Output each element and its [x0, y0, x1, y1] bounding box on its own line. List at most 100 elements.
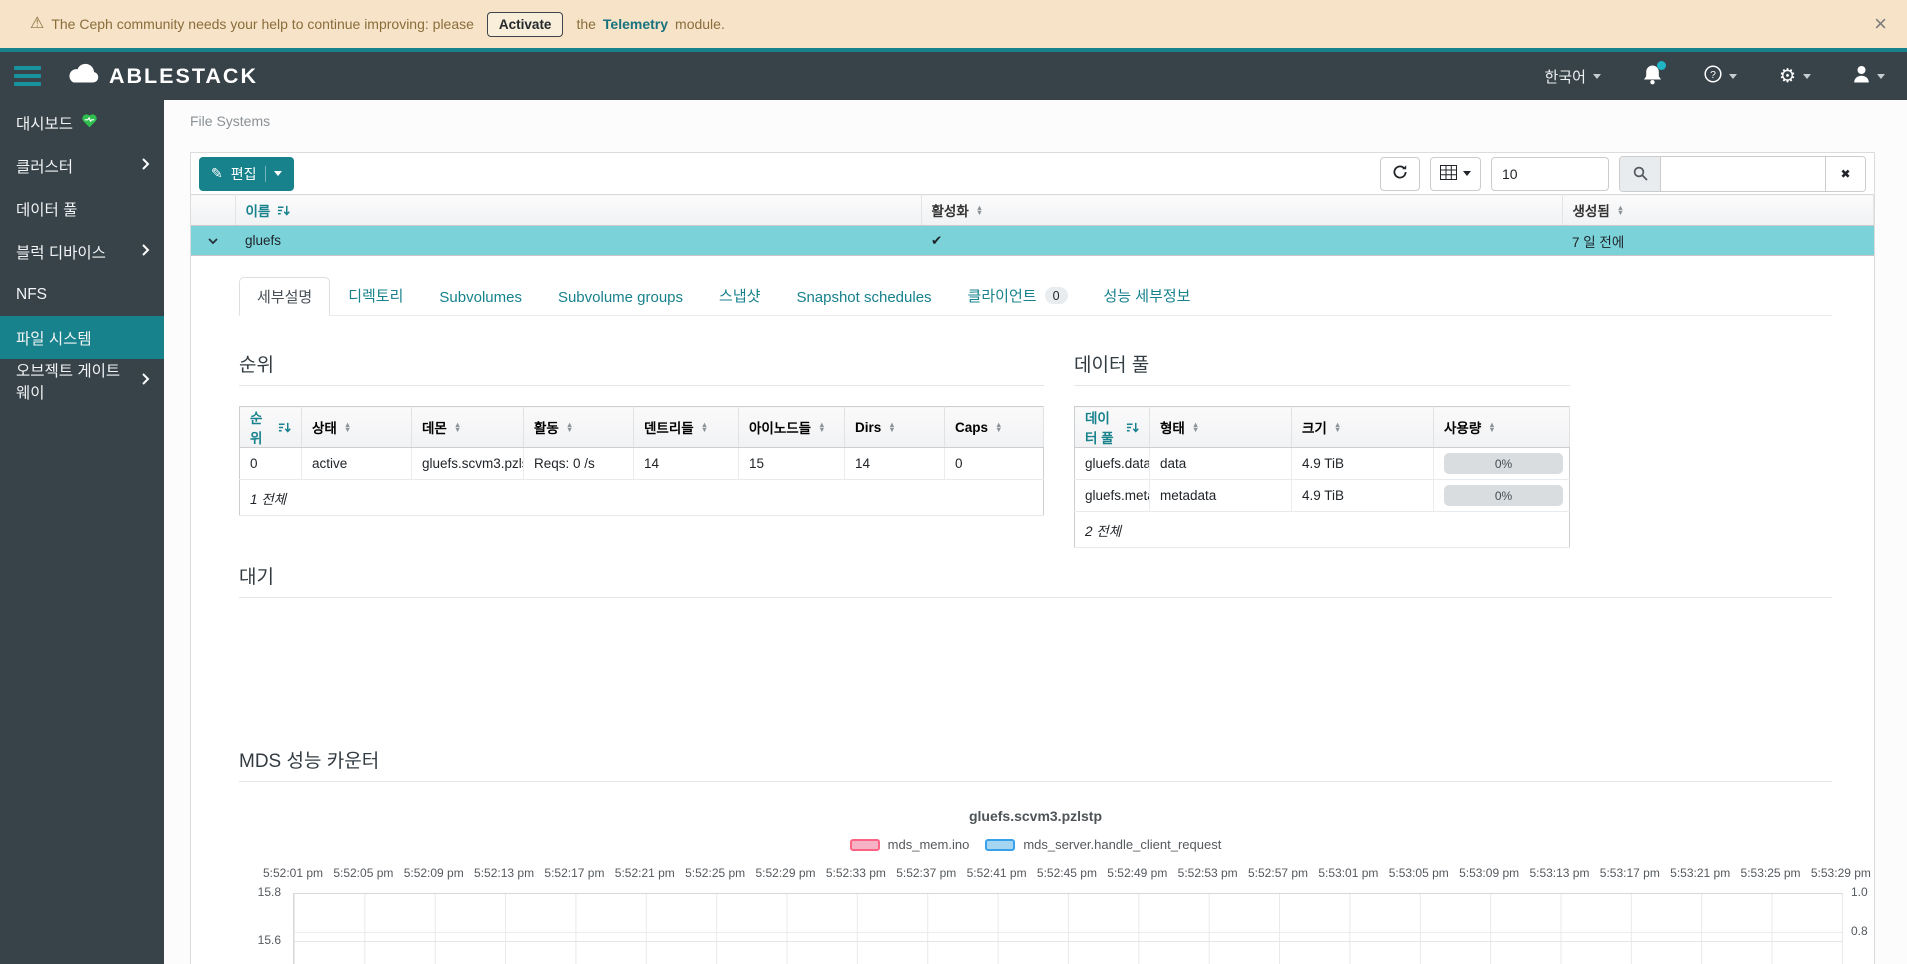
- x-axis-tick: 5:53:05 pm: [1388, 866, 1449, 880]
- banner-text-middle: the: [576, 16, 596, 32]
- column-header[interactable]: 데이터 풀 ▲▼: [1074, 406, 1150, 448]
- top-navbar: ABLESTACK 한국어 ? ⚙: [0, 48, 1907, 100]
- sort-both-icon: ▲ ▼: [995, 419, 1003, 434]
- legend-item-client-request[interactable]: mds_server.handle_client_request: [985, 837, 1221, 852]
- refresh-icon: [1392, 164, 1408, 183]
- column-header[interactable]: 사용량 ▲ ▼: [1433, 406, 1570, 448]
- sort-both-icon: ▲ ▼: [565, 419, 574, 434]
- telemetry-link[interactable]: Telemetry: [603, 16, 668, 32]
- column-header-label: 사용량: [1444, 421, 1482, 436]
- gridline: [294, 893, 1842, 894]
- menu-icon[interactable]: [14, 66, 41, 86]
- x-axis-tick: 5:52:17 pm: [544, 866, 605, 880]
- legend-item-mem-ino[interactable]: mds_mem.ino: [849, 837, 969, 852]
- cell-enabled: ✔: [921, 225, 1562, 256]
- column-header[interactable]: 순위 ▲▼: [239, 406, 302, 448]
- column-toggle-button[interactable]: [1430, 156, 1481, 191]
- details-tab[interactable]: Snapshot schedules: [778, 280, 949, 315]
- usage-label: 0%: [1494, 456, 1513, 471]
- activate-button[interactable]: Activate: [486, 11, 564, 37]
- sidebar-item-label: 오브젝트 게이트웨이: [16, 362, 121, 402]
- notification-dot: [1656, 60, 1666, 70]
- sort-desc-icon: [277, 204, 291, 217]
- column-header[interactable]: 생성됨 ▲ ▼: [1562, 194, 1874, 226]
- check-icon: ✔: [931, 232, 943, 248]
- chevron-right-icon: [141, 372, 150, 390]
- banner-close-icon[interactable]: ×: [1868, 13, 1893, 35]
- column-header-label: 크기: [1302, 421, 1327, 436]
- chart-title: gluefs.scvm3.pzlstp: [968, 808, 1103, 824]
- brand-logo[interactable]: ABLESTACK: [65, 61, 258, 91]
- column-header[interactable]: 형태 ▲ ▼: [1149, 406, 1292, 448]
- column-header[interactable]: Dirs ▲ ▼: [844, 406, 945, 448]
- table-row[interactable]: 0 active gluefs.scvm3.pzlst Reqs: 0 /s 1…: [239, 447, 1044, 480]
- settings-dropdown[interactable]: ⚙: [1779, 67, 1811, 86]
- sidebar-item-filesystems[interactable]: 파일 시스템: [0, 316, 164, 359]
- tab-label: Snapshot schedules: [796, 289, 932, 306]
- details-tab[interactable]: 성능 세부정보: [1086, 276, 1209, 315]
- x-axis-tick: 5:53:21 pm: [1670, 866, 1731, 880]
- sort-both-icon: ▲ ▼: [1333, 419, 1342, 434]
- sidebar-item-cluster[interactable]: 클러스터: [0, 144, 164, 187]
- column-header[interactable]: 덴트리들 ▲ ▼: [633, 406, 739, 448]
- legend-swatch-blue: [985, 838, 1016, 851]
- column-header-label: 순위: [250, 411, 263, 446]
- details-tab[interactable]: 스냅샷: [701, 276, 778, 315]
- x-axis-labels: 5:52:01 pm 5:52:05 pm 5:52:09 pm 5:52:13 pm…: [258, 866, 1876, 880]
- sort-desc-icon: [1126, 421, 1139, 434]
- edit-button[interactable]: ✎ 편집: [199, 156, 294, 191]
- notifications-button[interactable]: [1643, 60, 1666, 89]
- y-axis-right-tick: 0.8: [1851, 924, 1868, 938]
- details-tab[interactable]: 디렉토리: [330, 276, 421, 315]
- brand-name: ABLESTACK: [109, 63, 258, 88]
- search-icon[interactable]: [1620, 156, 1661, 191]
- sidebar-item-block-devices[interactable]: 블럭 디바이스: [0, 230, 164, 273]
- column-header[interactable]: 데몬 ▲ ▼: [411, 406, 524, 448]
- cell-daemon: gluefs.scvm3.pzlst: [411, 447, 524, 480]
- page-size-input[interactable]: [1491, 156, 1609, 191]
- sidebar-item-pools[interactable]: 데이터 풀: [0, 187, 164, 230]
- cell-dentries: 14: [633, 447, 739, 480]
- sidebar-item-label: 대시보드: [16, 115, 74, 133]
- row-expander[interactable]: [191, 225, 235, 256]
- column-header[interactable]: 아이노드들 ▲ ▼: [738, 406, 845, 448]
- column-header[interactable]: 상태 ▲ ▼: [301, 406, 412, 448]
- details-tab[interactable]: Subvolume groups: [540, 280, 701, 315]
- table-row[interactable]: gluefs.meta metadata 4.9 TiB 0%: [1074, 479, 1570, 512]
- column-header[interactable]: 활성화 ▲ ▼: [921, 194, 1563, 226]
- help-dropdown[interactable]: ?: [1704, 65, 1737, 87]
- x-axis-tick: 5:53:09 pm: [1459, 866, 1520, 880]
- column-header[interactable]: 이름 ▲▼: [235, 194, 922, 226]
- column-header[interactable]: 활동 ▲ ▼: [523, 406, 634, 448]
- tab-label: 스냅샷: [719, 288, 761, 305]
- search-input[interactable]: [1661, 156, 1825, 191]
- column-header-label: Caps: [955, 419, 989, 435]
- sidebar-item-dashboard[interactable]: 대시보드: [0, 101, 164, 144]
- column-header-label: 이름: [245, 204, 271, 219]
- column-header[interactable]: Caps ▲ ▼: [944, 406, 1044, 448]
- column-header-label: 데이터 풀: [1085, 411, 1114, 446]
- chevron-down-icon: [1463, 171, 1471, 176]
- x-axis-tick: 5:52:49 pm: [1107, 866, 1168, 880]
- details-tab[interactable]: 세부설명: [239, 277, 331, 316]
- column-header[interactable]: 크기 ▲ ▼: [1291, 406, 1434, 448]
- refresh-button[interactable]: [1380, 156, 1420, 191]
- clear-search-icon[interactable]: ✖: [1825, 156, 1865, 191]
- cell-caps: 0: [944, 447, 1044, 480]
- page: ⚠ The Ceph community needs your help to …: [0, 0, 1907, 964]
- cell-rank: 0: [239, 447, 302, 480]
- sidebar-item-label: 파일 시스템: [16, 330, 92, 348]
- sidebar-item-object-gateway[interactable]: 오브젝트 게이트웨이: [0, 359, 164, 402]
- help-icon: ?: [1704, 65, 1722, 87]
- legend-swatch-pink: [849, 838, 880, 851]
- language-dropdown[interactable]: 한국어: [1545, 66, 1601, 87]
- column-header-label: 활성화: [931, 204, 969, 219]
- sidebar-item-nfs[interactable]: NFS: [0, 273, 164, 316]
- user-dropdown[interactable]: [1853, 65, 1885, 87]
- gear-icon: ⚙: [1778, 65, 1796, 87]
- table-row[interactable]: gluefs.data data 4.9 TiB 0%: [1074, 447, 1570, 480]
- table-row-gluefs[interactable]: gluefs ✔ 7 일 전에: [191, 225, 1874, 256]
- details-tab[interactable]: 클라이언트 0: [950, 276, 1086, 315]
- cell-size: 4.9 TiB: [1291, 447, 1434, 480]
- details-tab[interactable]: Subvolumes: [421, 280, 540, 315]
